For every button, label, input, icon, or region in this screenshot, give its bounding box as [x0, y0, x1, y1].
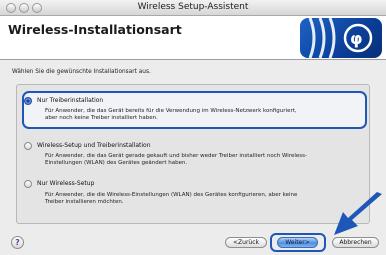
help-button[interactable]: ?: [11, 236, 24, 249]
window-title: Wireless Setup-Assistent: [137, 2, 249, 12]
cancel-button[interactable]: Abbrechen: [332, 237, 379, 248]
option-driver-only-label[interactable]: Nur Treiberinstallation: [37, 97, 103, 104]
radio-wireless-setup-only[interactable]: [24, 180, 32, 188]
option-driver-only-desc: Für Anwender, die das Gerät bereits für …: [45, 108, 297, 121]
radio-driver-only[interactable]: [24, 97, 32, 105]
next-button[interactable]: Weiter>: [277, 237, 318, 248]
radio-wireless-setup-and-driver[interactable]: [24, 142, 32, 150]
setup-assistant-window: Wireless Setup-Assistent Wireless-Instal…: [0, 0, 386, 255]
option-wireless-setup-only-label[interactable]: Nur Wireless-Setup: [37, 180, 94, 187]
svg-text:φ: φ: [350, 29, 363, 48]
back-button[interactable]: <Zurück: [225, 237, 267, 248]
option-wireless-setup-and-driver-desc: Für Anwender, die das Gerät gerade gekau…: [45, 153, 307, 166]
option-wireless-setup-only-desc: Für Anwender, die die Wireless-Einstellu…: [45, 192, 298, 205]
instruction-text: Wählen Sie die gewünschte Installationsa…: [12, 69, 151, 75]
title-bar: Wireless Setup-Assistent: [0, 0, 386, 16]
header: Wireless-Installationsart φ: [0, 16, 386, 60]
option-wireless-setup-and-driver-label[interactable]: Wireless-Setup und Treiberinstallation: [37, 142, 151, 149]
page-title: Wireless-Installationsart: [8, 22, 182, 37]
wireless-logo-icon: φ: [300, 18, 382, 58]
pointer-arrow-icon: [334, 192, 382, 235]
